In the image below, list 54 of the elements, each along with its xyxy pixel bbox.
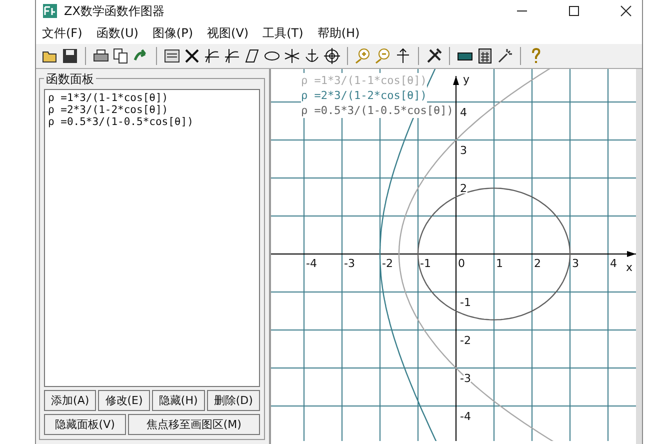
panel-button[interactable]: 隐藏(H) <box>152 390 205 411</box>
y-tick-label: -2 <box>460 334 471 347</box>
panel-button[interactable]: 删除(D) <box>206 390 260 411</box>
y-tick-label: 2 <box>460 182 467 195</box>
x-tick-label: 0 <box>458 257 465 270</box>
curve-icon[interactable] <box>204 48 220 64</box>
x-tick-label: -4 <box>306 257 317 270</box>
x-tick-label: 3 <box>572 257 579 270</box>
legend-formula: ρ =1*3/(1-1*cos[θ]) <box>301 73 427 88</box>
panel-button[interactable]: 添加(A) <box>44 390 96 411</box>
menu-item[interactable]: 文件(F) <box>42 24 82 42</box>
close-icon[interactable] <box>620 5 632 17</box>
y-tick-label: -3 <box>460 372 471 385</box>
zoom-in-icon[interactable] <box>355 48 371 64</box>
y-tick-label: -4 <box>460 410 471 423</box>
y-tick-label: 4 <box>460 106 467 119</box>
menu-item[interactable]: 图像(P) <box>152 24 194 42</box>
x-tick-label: 4 <box>610 257 617 270</box>
x-tick-label: 1 <box>496 257 503 270</box>
panel-button[interactable]: 隐藏面板(V) <box>44 414 126 435</box>
target-icon[interactable] <box>324 48 340 64</box>
x-tick-label: -1 <box>420 257 431 270</box>
app-icon <box>42 3 58 19</box>
menu-item[interactable]: 函数(U) <box>96 24 138 42</box>
menu-item[interactable]: 视图(V) <box>207 24 249 42</box>
maximize-icon[interactable] <box>568 5 580 17</box>
legend-formula: ρ =0.5*3/(1-0.5*cos[θ]) <box>301 103 454 118</box>
curve-icon[interactable] <box>224 48 240 64</box>
function-item[interactable]: ρ =0.5*3/(1-0.5*cos[θ]) <box>48 116 256 128</box>
function-item[interactable]: ρ =2*3/(1-2*cos[θ]) <box>48 104 256 116</box>
copy-icon[interactable] <box>113 48 129 64</box>
printer-icon[interactable] <box>93 48 109 64</box>
x-tick-label: -2 <box>382 257 393 270</box>
tools-icon[interactable] <box>426 48 442 64</box>
x-axis-label: x <box>626 261 633 274</box>
menu-item[interactable]: 工具(T) <box>262 24 304 42</box>
function-item[interactable]: ρ =1*3/(1-1*cos[θ]) <box>48 92 256 104</box>
y-tick-label: -1 <box>460 296 471 309</box>
wand-icon[interactable] <box>497 48 513 64</box>
save-icon[interactable] <box>62 48 78 64</box>
x-tick-label: -3 <box>344 257 355 270</box>
anchor-icon[interactable] <box>304 48 320 64</box>
y-axis-label: y <box>463 73 470 86</box>
cross-icon[interactable] <box>184 48 200 64</box>
y-tick-label: 3 <box>460 144 467 157</box>
panel-button[interactable]: 焦点移至画图区(M) <box>128 414 260 435</box>
legend-formula: ρ =2*3/(1-2*cos[θ]) <box>301 88 427 103</box>
panel-title: 函数面板 <box>44 71 96 88</box>
panel-button[interactable]: 修改(E) <box>98 390 150 411</box>
screen-icon[interactable] <box>164 48 180 64</box>
calculator-icon[interactable] <box>477 48 493 64</box>
menu-item[interactable]: 帮助(H) <box>317 24 360 42</box>
x-tick-label: 2 <box>534 257 541 270</box>
window-title: ZX数学函数作图器 <box>64 2 164 20</box>
